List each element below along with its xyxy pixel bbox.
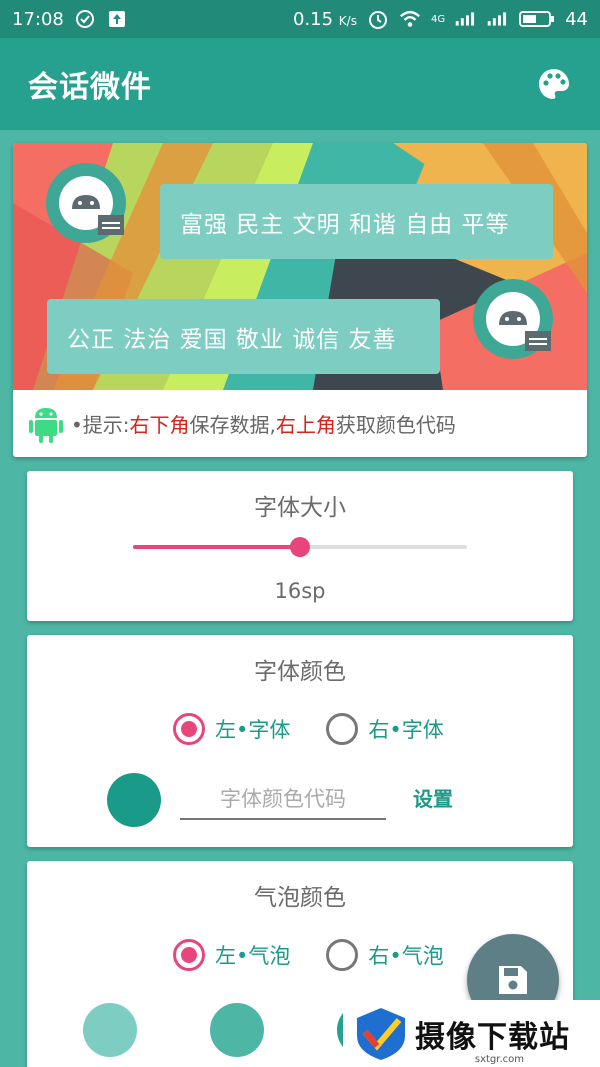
signal-icon-2 [487,8,509,30]
bubble-swatch-2[interactable] [210,1003,264,1057]
font-color-title: 字体颜色 [254,659,346,685]
signal-icon [455,8,477,30]
font-size-title: 字体大小 [254,495,346,521]
radio-left-bubble-label: 左•气泡 [215,944,291,968]
font-size-value: 16sp [274,579,326,603]
right-chat-bubble: 富强 民主 文明 和谐 自由 平等 [160,184,553,259]
palette-icon[interactable] [536,66,572,102]
radio-right-font[interactable]: 右•字体 [326,713,444,745]
bubble-swatch-1[interactable] [83,1003,137,1057]
check-circle-icon [74,8,96,30]
save-icon [499,966,527,994]
slider-fill [133,545,300,549]
radio-circle [326,713,359,745]
network-type: 4G [430,13,446,25]
font-size-slider[interactable] [133,537,467,557]
left-chat-bubble: 公正 法治 爱国 敬业 诚信 友善 [47,299,440,374]
radio-circle [173,939,205,971]
battery-level: 44 [565,8,588,30]
bubble-color-title: 气泡颜色 [254,885,346,911]
font-color-card: 字体颜色 左•字体 右•字体 设置 [27,635,573,847]
hint-mid: 保存数据, [189,413,276,437]
slider-thumb[interactable] [290,537,310,557]
left-avatar [46,163,126,243]
hint-red-1: 右下角 [129,413,190,437]
watermark: 摄像下载站 sxtgr.com [343,1000,600,1067]
radio-right-font-label: 右•字体 [368,718,444,742]
watermark-logo-icon [357,1007,405,1060]
upload-icon [106,8,128,30]
radio-right-bubble-label: 右•气泡 [368,944,444,968]
set-button[interactable]: 设置 [413,783,453,812]
radio-left-font[interactable]: 左•字体 [173,713,290,745]
status-time: 17:08 [12,8,64,30]
watermark-text: 摄像下载站 [415,1019,570,1055]
radio-circle [326,939,359,971]
preview-card: 富强 民主 文明 和谐 自由 平等 公正 法治 爱国 敬业 诚信 友善 •提示:… [13,143,587,457]
wifi-icon [399,8,421,30]
status-bar: 17:08 0.15 K/s 4G 44 [0,0,600,38]
watermark-sub: sxtgr.com [474,1054,524,1065]
radio-left-font-label: 左•字体 [215,718,291,742]
font-color-radio-group: 左•字体 右•字体 [173,713,444,745]
hint-bar: •提示: 右下角 保存数据, 右上角 获取颜色代码 [13,390,587,457]
hint-suffix: 获取颜色代码 [335,413,456,437]
alarm-icon [367,8,389,30]
network-speed: 0.15 K/s [292,8,357,30]
radio-left-bubble[interactable]: 左•气泡 [173,939,290,971]
radio-circle [173,713,205,745]
right-avatar [473,279,553,359]
android-icon [29,404,63,444]
radio-right-bubble[interactable]: 右•气泡 [326,939,444,971]
app-bar: 会话微件 [0,38,600,130]
font-color-input[interactable] [180,780,386,820]
hint-red-2: 右上角 [275,413,336,437]
font-size-card: 字体大小 16sp [27,471,573,621]
font-color-swatch[interactable] [107,773,161,827]
battery-icon [519,8,555,30]
hint-prefix: •提示: [71,413,130,437]
app-title: 会话微件 [28,70,152,105]
bubble-color-radio-group: 左•气泡 右•气泡 [173,939,444,971]
